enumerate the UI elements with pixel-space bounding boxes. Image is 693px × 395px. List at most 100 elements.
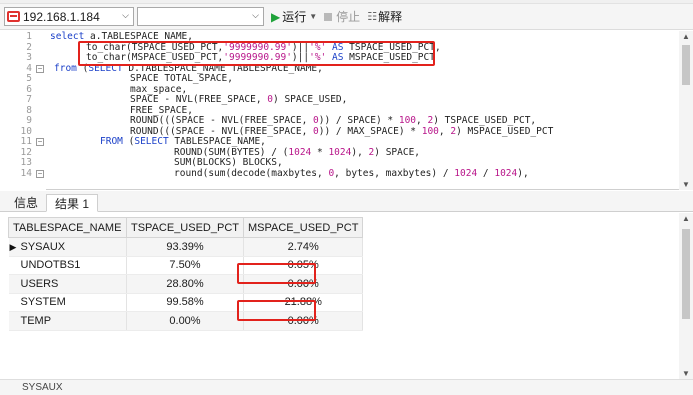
code-token: SUM(BLOCKS) BLOCKS, — [174, 157, 283, 168]
column-header[interactable]: MSPACE_USED_PCT — [242, 217, 364, 238]
scroll-up-icon[interactable]: ▲ — [679, 32, 693, 41]
result-grid: TABLESPACE_NAME TSPACE_USED_PCT MSPACE_USE… — [0, 213, 693, 379]
code-token: TABLESPACE_NAME, — [174, 136, 266, 147]
code-token: ) SPACE_USED, — [273, 94, 348, 105]
stop-label: 停止 — [336, 10, 361, 24]
code-token: round(sum(decode(maxbytes, — [174, 167, 329, 179]
table-cell[interactable]: SYSTEM — [8, 293, 127, 312]
cell-value: 99.58% — [166, 296, 204, 309]
code-token: )) / MAX_SPACE) * — [318, 125, 422, 137]
code-token: , bytes, maxbytes) / — [334, 167, 455, 179]
code-token: 100 — [398, 115, 417, 126]
column-header[interactable]: TSPACE_USED_PCT — [126, 217, 244, 238]
stop-button[interactable]: 停止 — [324, 8, 360, 25]
line-number: 9 — [26, 115, 32, 126]
table-cell[interactable]: 0.00% — [126, 311, 244, 331]
database-select[interactable]: ⌵ — [137, 7, 264, 26]
explain-button[interactable]: ☷ 解释 — [367, 8, 402, 25]
scroll-down-icon[interactable]: ▼ — [679, 180, 693, 189]
cell-value: 28.80% — [166, 277, 204, 290]
cell-value: SYSTEM — [20, 296, 66, 309]
sql-editor[interactable]: 1 2 3 4−5 6 7 8 9 10 11−12 13 14− select a.TABLESPA… — [0, 31, 693, 190]
query-window: 192.168.1.184 ⌵ ⌵ ▶ 运行 ▼ 停止 ☷ 解释 1 2 3 4−5 6… — [0, 0, 693, 395]
result-tab-bar: 信息 结果 1 — [0, 191, 693, 212]
grid-scrollbar[interactable]: ▲ ▼ — [679, 213, 693, 379]
table-cell[interactable]: USERS — [8, 274, 127, 294]
code-token: max_space, — [130, 83, 188, 95]
table-cell[interactable]: 93.39% — [126, 237, 244, 257]
scroll-up-icon[interactable]: ▲ — [679, 214, 693, 223]
line-number: 1 — [26, 31, 32, 42]
table-cell[interactable]: ▶ SYSAUX — [8, 237, 127, 257]
line-number: 14 — [20, 167, 32, 179]
cell-value: USERS — [20, 277, 59, 290]
code-token: , — [438, 125, 451, 137]
run-label: 运行 — [282, 10, 307, 24]
code-token: , — [416, 115, 428, 126]
status-text: SYSAUX — [22, 382, 63, 393]
table-header-row: TABLESPACE_NAME TSPACE_USED_PCT MSPACE_USE… — [8, 217, 364, 238]
highlight-box-temp-mspace — [237, 300, 316, 321]
code-token: 1024 — [328, 146, 352, 158]
fold-toggle-icon[interactable]: − — [36, 169, 44, 178]
table-cell[interactable]: 2.74% — [243, 237, 364, 257]
editor-scrollbar[interactable]: ▲ ▼ — [679, 31, 693, 190]
code-token: ) TSPACE_USED_PCT, — [433, 115, 537, 126]
cell-value: 0.00% — [169, 314, 201, 327]
grid-scroll-thumb[interactable] — [682, 229, 690, 319]
explain-icon: ☷ — [367, 11, 377, 23]
line-number: 5 — [26, 73, 32, 84]
line-number: 3 — [26, 52, 32, 63]
table-cell[interactable]: 28.80% — [126, 274, 244, 294]
cell-value: TEMP — [20, 314, 52, 327]
code-token: 100 — [421, 125, 439, 137]
code-token: 1024 — [288, 146, 312, 158]
explain-label: 解释 — [378, 10, 403, 24]
code-token: ROUND(((SPACE - NVL(FREE_SPACE, — [130, 115, 314, 126]
table-cell[interactable]: 7.50% — [126, 256, 244, 275]
fold-toggle-icon[interactable]: − — [36, 64, 44, 73]
column-header[interactable]: TABLESPACE_NAME — [8, 217, 127, 238]
table-cell[interactable]: UNDOTBS1 — [8, 256, 127, 275]
table-cell[interactable]: TEMP — [8, 311, 127, 331]
code-token: / — [477, 167, 495, 179]
fold-toggle-icon[interactable]: − — [36, 138, 44, 146]
code-token: ROUND(SUM(BYTES) / ( — [174, 146, 289, 158]
code-token: ROUND(((SPACE - NVL(FREE_SPACE, — [130, 125, 314, 137]
code-line: round(sum(decode(maxbytes, 0, bytes, max… — [174, 167, 529, 180]
code-token: )) / SPACE) * — [318, 115, 399, 126]
line-number: 11 — [20, 136, 32, 147]
code-token: FREE_SPACE, — [130, 104, 193, 116]
cell-value: UNDOTBS1 — [20, 259, 81, 272]
cell-value: SYSAUX — [20, 240, 66, 253]
table-row[interactable]: ▶ SYSAUX 93.39% 2.74% — [8, 237, 364, 257]
code-token: ) MSPACE_USED_PCT — [456, 125, 554, 137]
code-token: * — [311, 146, 329, 158]
line-number: 7 — [26, 94, 32, 105]
chevron-down-icon: ⌵ — [252, 10, 259, 20]
run-dropdown-icon[interactable]: ▼ — [309, 12, 317, 21]
connection-name: 192.168.1.184 — [23, 9, 100, 24]
scroll-down-icon[interactable]: ▼ — [679, 369, 693, 378]
status-bar: SYSAUX — [0, 379, 693, 395]
code-token: SPACE - NVL(FREE_SPACE, — [130, 94, 268, 105]
stop-icon — [324, 12, 333, 21]
play-icon: ▶ — [271, 9, 281, 24]
query-toolbar: 192.168.1.184 ⌵ ⌵ ▶ 运行 ▼ 停止 ☷ 解释 — [0, 4, 693, 30]
chevron-down-icon: ⌵ — [122, 10, 129, 20]
current-row-indicator-icon: ▶ — [9, 242, 17, 252]
connection-select[interactable]: 192.168.1.184 ⌵ — [4, 7, 134, 26]
line-number: 13 — [20, 157, 32, 168]
code-token: SELECT — [134, 136, 175, 147]
highlight-box-to-char-lines — [78, 41, 435, 66]
tab-info[interactable]: 信息 — [6, 193, 46, 211]
line-number-gutter: 1 2 3 4−5 6 7 8 9 10 11−12 13 14− — [0, 31, 46, 190]
table-cell[interactable]: 99.58% — [126, 293, 244, 312]
code-token: SPACE TOTAL_SPACE, — [130, 73, 233, 84]
code-token: ) SPACE, — [374, 146, 421, 158]
code-token: 1024 — [494, 167, 518, 179]
cell-value: 7.50% — [169, 259, 201, 272]
tab-result-1[interactable]: 结果 1 — [46, 194, 99, 212]
run-button[interactable]: ▶ 运行 ▼ — [271, 8, 317, 25]
editor-scroll-thumb[interactable] — [682, 45, 690, 85]
